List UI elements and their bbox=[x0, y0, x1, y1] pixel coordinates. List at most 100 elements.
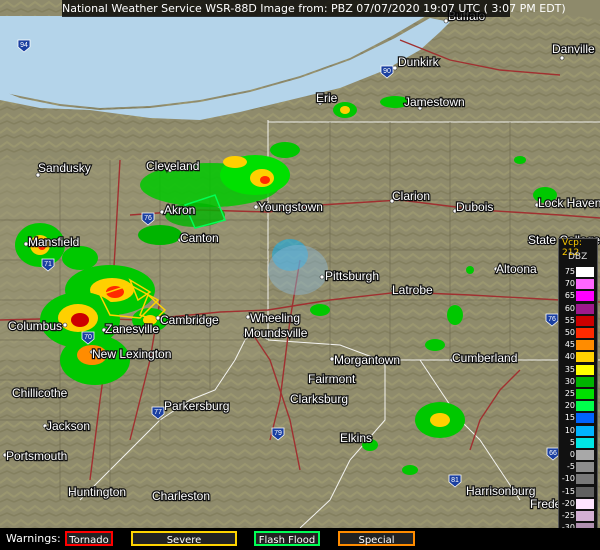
highway-shield-label: 81 bbox=[451, 477, 459, 484]
city-label: Canton bbox=[180, 231, 219, 245]
city-label: Columbus bbox=[8, 319, 62, 333]
legend-swatch bbox=[576, 498, 594, 509]
legend-entry: 55 bbox=[560, 315, 598, 327]
city-label: Zanesville bbox=[105, 322, 159, 336]
warning-tornado-label: Tornado bbox=[69, 535, 109, 546]
city-label: Chillicothe bbox=[12, 386, 68, 400]
city-label: Huntington bbox=[68, 485, 126, 499]
city-label: Moundsville bbox=[244, 326, 308, 340]
city-label: Cumberland bbox=[452, 351, 517, 365]
city-label: Fairmont bbox=[308, 372, 356, 386]
legend-swatch bbox=[576, 328, 594, 338]
city-label: Dunkirk bbox=[398, 55, 440, 69]
image-title: National Weather Service WSR-88D Image f… bbox=[62, 0, 566, 17]
legend-swatch bbox=[576, 291, 594, 302]
legend-entry-label: 60 bbox=[564, 303, 575, 313]
legend-entry-label: 50 bbox=[564, 328, 575, 337]
highway-shield-label: 94 bbox=[20, 42, 28, 49]
city-label: Cleveland bbox=[146, 159, 199, 173]
legend-entry-label: 65 bbox=[564, 291, 575, 301]
city-label: Sandusky bbox=[38, 161, 91, 175]
legend-swatch bbox=[576, 474, 594, 485]
legend-swatch bbox=[576, 389, 594, 399]
legend-unit: DBZ bbox=[568, 252, 588, 262]
city-label: Harrisonburg bbox=[466, 484, 535, 498]
legend-entry-label: -5 bbox=[567, 462, 575, 472]
legend-entry: -5 bbox=[560, 461, 598, 473]
city-label: Pittsburgh bbox=[325, 269, 379, 283]
legend-entry-label: 5 bbox=[569, 437, 575, 447]
legend-entry: 50 bbox=[560, 327, 598, 339]
legend-swatch bbox=[576, 267, 594, 277]
legend-swatch bbox=[576, 340, 594, 351]
warning-flash-flood-label: Flash Flood bbox=[258, 535, 316, 546]
legend-entry: 5 bbox=[560, 437, 598, 449]
legend-swatch bbox=[576, 315, 594, 326]
highway-shield-label: 79 bbox=[274, 430, 282, 437]
legend-entry: 70 bbox=[560, 278, 598, 290]
city-label: Elkins bbox=[340, 431, 372, 445]
legend-swatch bbox=[576, 425, 594, 436]
warning-tornado[interactable]: Tornado bbox=[65, 531, 113, 546]
city-label: New Lexington bbox=[92, 347, 171, 361]
city-label: Akron bbox=[164, 203, 195, 217]
legend-entry-label: 70 bbox=[564, 279, 575, 289]
legend-entry: 65 bbox=[560, 290, 598, 302]
city-label: Altoona bbox=[496, 262, 537, 276]
city-label: Danville bbox=[552, 42, 595, 56]
legend-entry: -10 bbox=[560, 473, 598, 485]
legend-swatch bbox=[576, 376, 594, 387]
legend-entry: 30 bbox=[560, 376, 598, 388]
legend-entry: 45 bbox=[560, 339, 598, 351]
legend-entry-label: -10 bbox=[561, 474, 575, 484]
legend-entry-label: 30 bbox=[564, 376, 575, 386]
city-label: Morgantown bbox=[334, 353, 400, 367]
city-label: Wheeling bbox=[250, 311, 300, 325]
city-label: Charleston bbox=[152, 489, 210, 503]
city-label: Jamestown bbox=[404, 95, 465, 109]
legend-entry-label: 20 bbox=[564, 401, 575, 411]
city-label: Dubois bbox=[456, 200, 493, 214]
legend-swatch bbox=[576, 450, 594, 460]
legend-swatch bbox=[576, 437, 594, 448]
legend-swatch bbox=[576, 413, 594, 424]
legend-entry-label: 40 bbox=[564, 352, 575, 362]
highway-shield-label: 70 bbox=[84, 334, 92, 341]
highway-shield-label: 76 bbox=[548, 316, 556, 323]
legend-swatch bbox=[576, 462, 594, 473]
legend-swatch bbox=[576, 511, 594, 521]
warning-severe-thunderstorm[interactable]: Severe Thunderstorm bbox=[131, 531, 237, 546]
city-label: Latrobe bbox=[392, 283, 433, 297]
legend-entry: 35 bbox=[560, 364, 598, 376]
legend-entry-label: 15 bbox=[564, 413, 575, 423]
city-label: Clarion bbox=[392, 189, 430, 203]
legend-entry: 20 bbox=[560, 400, 598, 412]
legend-entry-label: 35 bbox=[564, 364, 575, 374]
city-label: Portsmouth bbox=[6, 449, 67, 463]
legend-entry-label: -25 bbox=[561, 511, 575, 520]
legend-entry: -15 bbox=[560, 486, 598, 498]
warning-special-marine-label: Special Marine bbox=[358, 535, 395, 546]
legend-entry-label: 75 bbox=[564, 267, 575, 276]
city-label: Lock Haven bbox=[538, 196, 600, 210]
legend-swatch bbox=[576, 352, 594, 363]
legend-entry-label: 45 bbox=[564, 340, 575, 350]
legend-swatch bbox=[576, 401, 594, 412]
legend-entry: 60 bbox=[560, 303, 598, 315]
legend-entry-label: 25 bbox=[564, 389, 575, 398]
warnings-bar: Warnings: Tornado Severe Thunderstorm Fl… bbox=[0, 528, 600, 550]
legend-entry-label: -15 bbox=[561, 486, 575, 496]
highway-shield-label: 77 bbox=[154, 409, 162, 416]
highway-shield-label: 66 bbox=[549, 450, 557, 457]
legend-swatch bbox=[576, 486, 594, 497]
city-label: Erie bbox=[316, 91, 338, 105]
radar-map: Buffalo Dunkirk Danville Jamestown Sandu… bbox=[0, 0, 600, 550]
legend-entry-label: -20 bbox=[561, 498, 575, 508]
warning-flash-flood[interactable]: Flash Flood bbox=[254, 531, 320, 546]
legend-entry: 15 bbox=[560, 412, 598, 424]
legend-entry: 75 bbox=[560, 266, 598, 278]
legend-entry: 10 bbox=[560, 425, 598, 437]
legend-entry: 40 bbox=[560, 351, 598, 363]
city-label: Clarksburg bbox=[290, 392, 348, 406]
warning-special-marine[interactable]: Special Marine bbox=[338, 531, 415, 546]
